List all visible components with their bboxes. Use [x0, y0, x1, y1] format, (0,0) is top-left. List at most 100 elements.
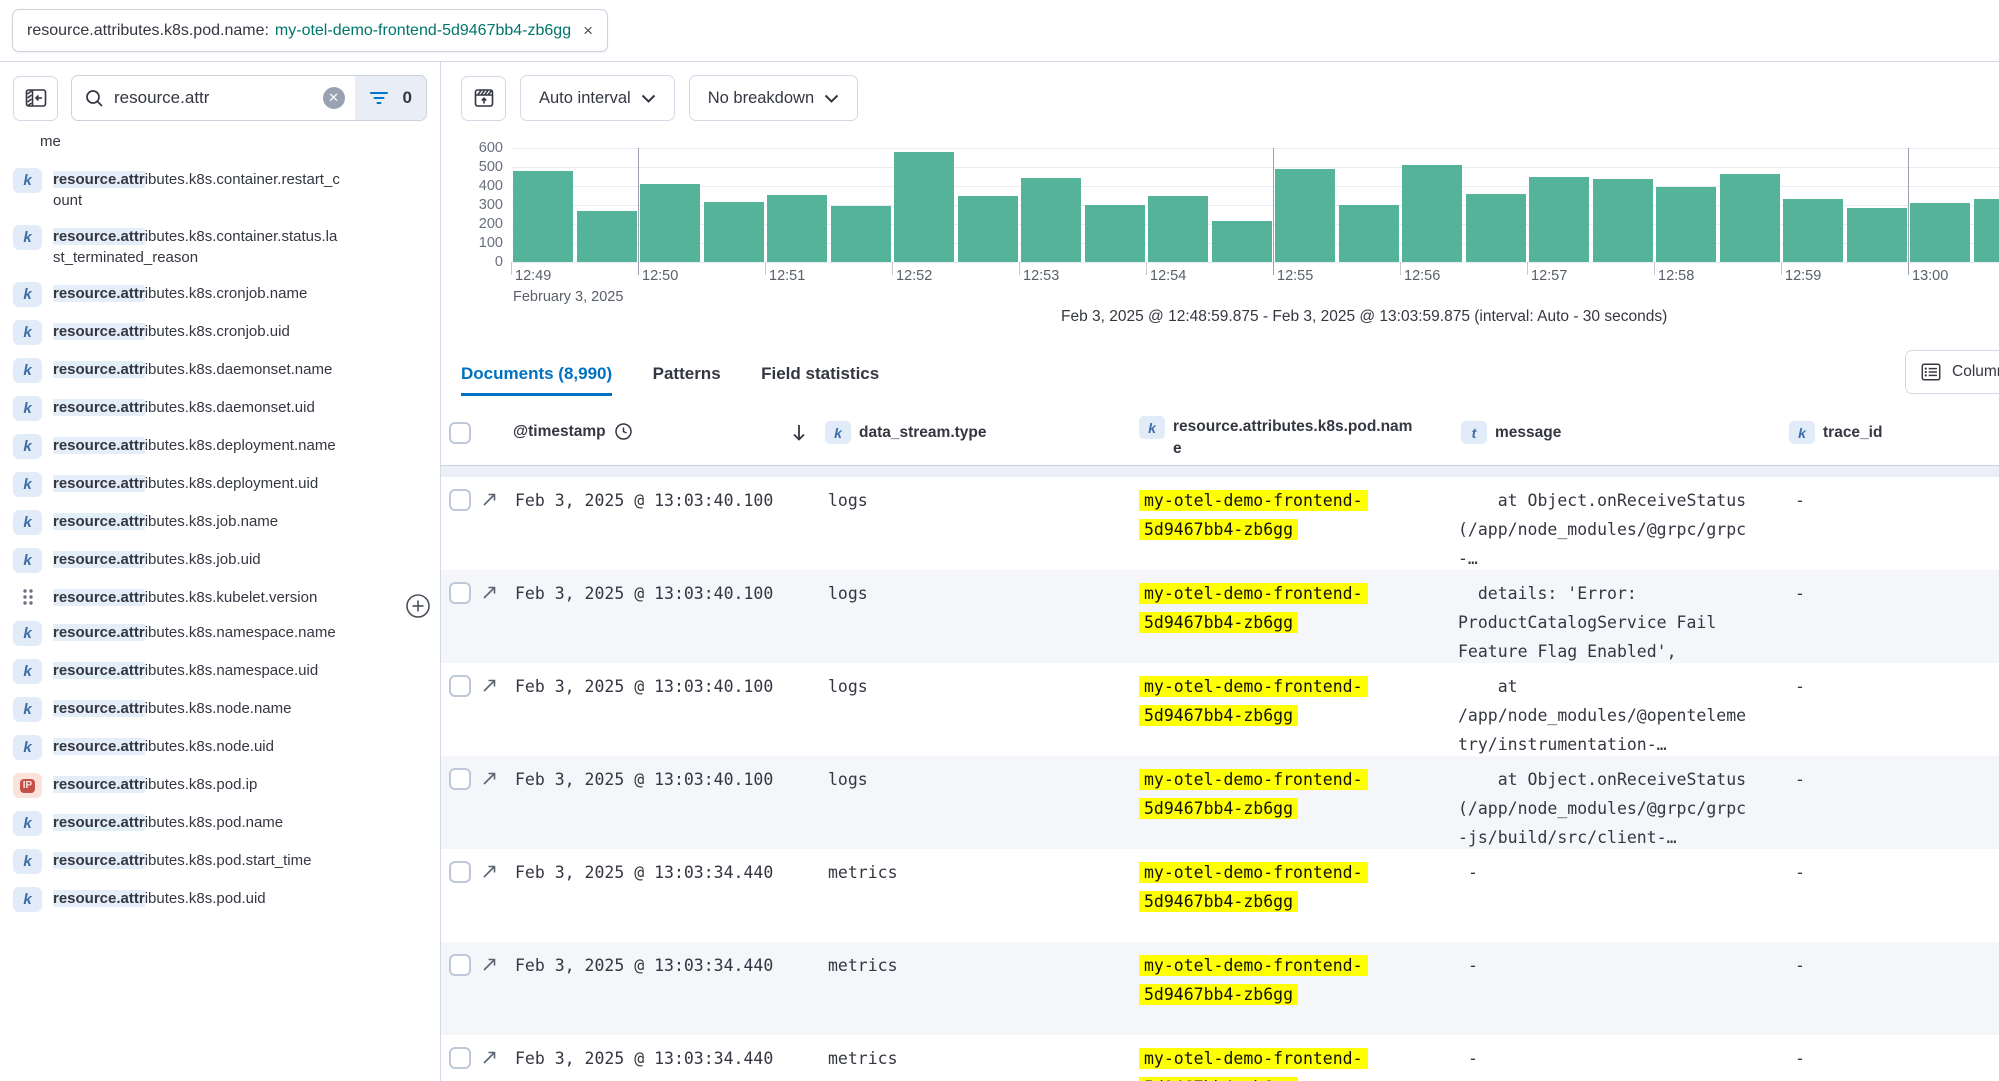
- field-name: resource.attributes.k8s.daemonset.name: [53, 358, 343, 383]
- histogram-bar[interactable]: [577, 211, 637, 262]
- partially-scrolled-row: [441, 466, 1999, 477]
- row-checkbox[interactable]: [449, 954, 471, 976]
- field-list-item[interactable]: kresource.attributes.k8s.deployment.uid: [13, 472, 440, 497]
- document-histogram[interactable]: 6005004003002001000 12:4912:5012:5112:52…: [441, 148, 1999, 298]
- tab-documents[interactable]: Documents (8,990): [461, 364, 612, 396]
- histogram-bar[interactable]: [1021, 178, 1081, 262]
- field-list-item[interactable]: kresource.attributes.k8s.node.uid: [13, 735, 440, 760]
- expand-row-icon[interactable]: [481, 491, 498, 508]
- field-list-item[interactable]: kresource.attributes.k8s.pod.name: [13, 811, 440, 836]
- histogram-bar[interactable]: [1656, 187, 1716, 262]
- row-checkbox[interactable]: [449, 1047, 471, 1069]
- histogram-bar[interactable]: [1847, 208, 1907, 262]
- row-checkbox[interactable]: [449, 582, 471, 604]
- table-row: Feb 3, 2025 @ 13:03:34.440metricsmy-otel…: [441, 1035, 1999, 1081]
- field-list-item[interactable]: kresource.attributes.k8s.namespace.name: [13, 621, 440, 646]
- sort-descending-icon[interactable]: [791, 423, 807, 443]
- histogram-bar[interactable]: [1529, 177, 1589, 262]
- filter-pill[interactable]: resource.attributes.k8s.pod.name: my-ote…: [12, 9, 608, 52]
- field-search-input[interactable]: resource.attr ✕ 0: [71, 75, 427, 121]
- breakdown-dropdown[interactable]: No breakdown: [689, 75, 858, 121]
- histogram-bar[interactable]: [704, 202, 764, 262]
- field-filter-button[interactable]: 0: [355, 76, 426, 120]
- highlighted-pod-name: my-otel-demo-frontend- 5d9467bb4-zb6gg: [1139, 862, 1368, 912]
- histogram-bar[interactable]: [640, 184, 700, 262]
- tab-patterns[interactable]: Patterns: [653, 364, 721, 393]
- histogram-bar[interactable]: [767, 195, 827, 262]
- field-search-value: resource.attr: [114, 88, 323, 108]
- table-row: Feb 3, 2025 @ 13:03:40.100logsmy-otel-de…: [441, 477, 1999, 570]
- histogram-bar[interactable]: [1148, 196, 1208, 262]
- expand-row-icon[interactable]: [481, 1049, 498, 1066]
- histogram-bar[interactable]: [1910, 203, 1970, 262]
- field-list-item[interactable]: kresource.attributes.k8s.container.statu…: [13, 225, 440, 269]
- column-header-timestamp[interactable]: @timestamp: [513, 422, 633, 441]
- histogram-bar[interactable]: [1339, 205, 1399, 262]
- histogram-bar[interactable]: [1085, 205, 1145, 262]
- field-list-item[interactable]: kresource.attributes.k8s.deployment.name: [13, 434, 440, 459]
- field-list-item[interactable]: kresource.attributes.k8s.cronjob.name: [13, 282, 440, 307]
- row-checkbox[interactable]: [449, 861, 471, 883]
- histogram-bar[interactable]: [1974, 199, 1999, 262]
- documents-grid: Feb 3, 2025 @ 13:03:40.100logsmy-otel-de…: [441, 477, 1999, 1081]
- field-list-item[interactable]: resource.attributes.k8s.kubelet.version: [13, 586, 440, 609]
- table-row: Feb 3, 2025 @ 13:03:34.440metricsmy-otel…: [441, 942, 1999, 1035]
- main-panel: Auto interval No breakdown 6005004003002…: [441, 62, 1999, 1081]
- column-header-message[interactable]: t message: [1461, 421, 1561, 444]
- clear-search-icon[interactable]: ✕: [323, 87, 345, 109]
- histogram-bar[interactable]: [513, 171, 573, 262]
- columns-button[interactable]: Columns: [1905, 350, 1999, 394]
- expand-row-icon[interactable]: [481, 770, 498, 787]
- field-list-item[interactable]: kresource.attributes.k8s.pod.start_time: [13, 849, 440, 874]
- expand-row-icon[interactable]: [481, 956, 498, 973]
- histogram-bar[interactable]: [1402, 165, 1462, 262]
- interval-dropdown[interactable]: Auto interval: [520, 75, 675, 121]
- field-name: resource.attributes.k8s.namespace.uid: [53, 659, 343, 684]
- expand-row-icon[interactable]: [481, 863, 498, 880]
- histogram-bar[interactable]: [1783, 199, 1843, 262]
- column-header-trace-id[interactable]: k trace_id: [1789, 421, 1882, 444]
- filter-remove-icon[interactable]: ×: [583, 21, 593, 41]
- histogram-bar[interactable]: [1466, 194, 1526, 262]
- field-list-item[interactable]: kresource.attributes.k8s.container.resta…: [13, 168, 440, 212]
- histogram-bar[interactable]: [1593, 179, 1653, 262]
- histogram-bar[interactable]: [1720, 174, 1780, 262]
- column-header-pod-name[interactable]: k resource.attributes.k8s.pod.name: [1139, 416, 1421, 460]
- cell-pod-name: my-otel-demo-frontend- 5d9467bb4-zb6gg: [1139, 1044, 1389, 1081]
- add-field-button[interactable]: [404, 592, 432, 620]
- highlighted-pod-name: my-otel-demo-frontend- 5d9467bb4-zb6gg: [1139, 955, 1368, 1005]
- tab-field-statistics[interactable]: Field statistics: [761, 364, 879, 393]
- row-checkbox[interactable]: [449, 489, 471, 511]
- histogram-bar[interactable]: [894, 152, 954, 262]
- row-checkbox[interactable]: [449, 768, 471, 790]
- expand-row-icon[interactable]: [481, 677, 498, 694]
- field-list-item[interactable]: IPresource.attributes.k8s.pod.ip: [13, 773, 440, 798]
- keyword-type-icon: k: [13, 811, 42, 836]
- row-checkbox[interactable]: [449, 675, 471, 697]
- expand-row-icon[interactable]: [481, 584, 498, 601]
- trace-id-header-label: trace_id: [1823, 424, 1882, 442]
- field-list-item[interactable]: kresource.attributes.k8s.node.name: [13, 697, 440, 722]
- filter-bar: resource.attributes.k8s.pod.name: my-ote…: [0, 0, 1999, 62]
- column-header-data-stream-type[interactable]: k data_stream.type: [825, 421, 987, 444]
- field-list-item[interactable]: kresource.attributes.k8s.namespace.uid: [13, 659, 440, 684]
- field-list-item[interactable]: kresource.attributes.k8s.cronjob.uid: [13, 320, 440, 345]
- select-all-checkbox[interactable]: [449, 422, 471, 444]
- keyword-type-icon: k: [13, 396, 42, 421]
- field-list-item[interactable]: kresource.attributes.k8s.job.uid: [13, 548, 440, 573]
- field-list-item[interactable]: kresource.attributes.k8s.daemonset.name: [13, 358, 440, 383]
- keyword-type-icon: k: [13, 735, 42, 760]
- field-list-item-partial[interactable]: me: [40, 131, 440, 153]
- drag-handle-icon[interactable]: [13, 586, 42, 609]
- field-list-item[interactable]: kresource.attributes.k8s.daemonset.uid: [13, 396, 440, 421]
- chart-options-button[interactable]: [461, 76, 506, 121]
- keyword-type-icon: k: [13, 887, 42, 912]
- field-list-item[interactable]: kresource.attributes.k8s.pod.uid: [13, 887, 440, 912]
- histogram-bar[interactable]: [1212, 221, 1272, 262]
- field-list-item[interactable]: kresource.attributes.k8s.job.name: [13, 510, 440, 535]
- histogram-bar[interactable]: [958, 196, 1018, 262]
- histogram-bar[interactable]: [831, 206, 891, 262]
- cell-trace-id: -: [1795, 1044, 1805, 1073]
- collapse-sidebar-button[interactable]: [13, 76, 58, 121]
- histogram-bar[interactable]: [1275, 169, 1335, 262]
